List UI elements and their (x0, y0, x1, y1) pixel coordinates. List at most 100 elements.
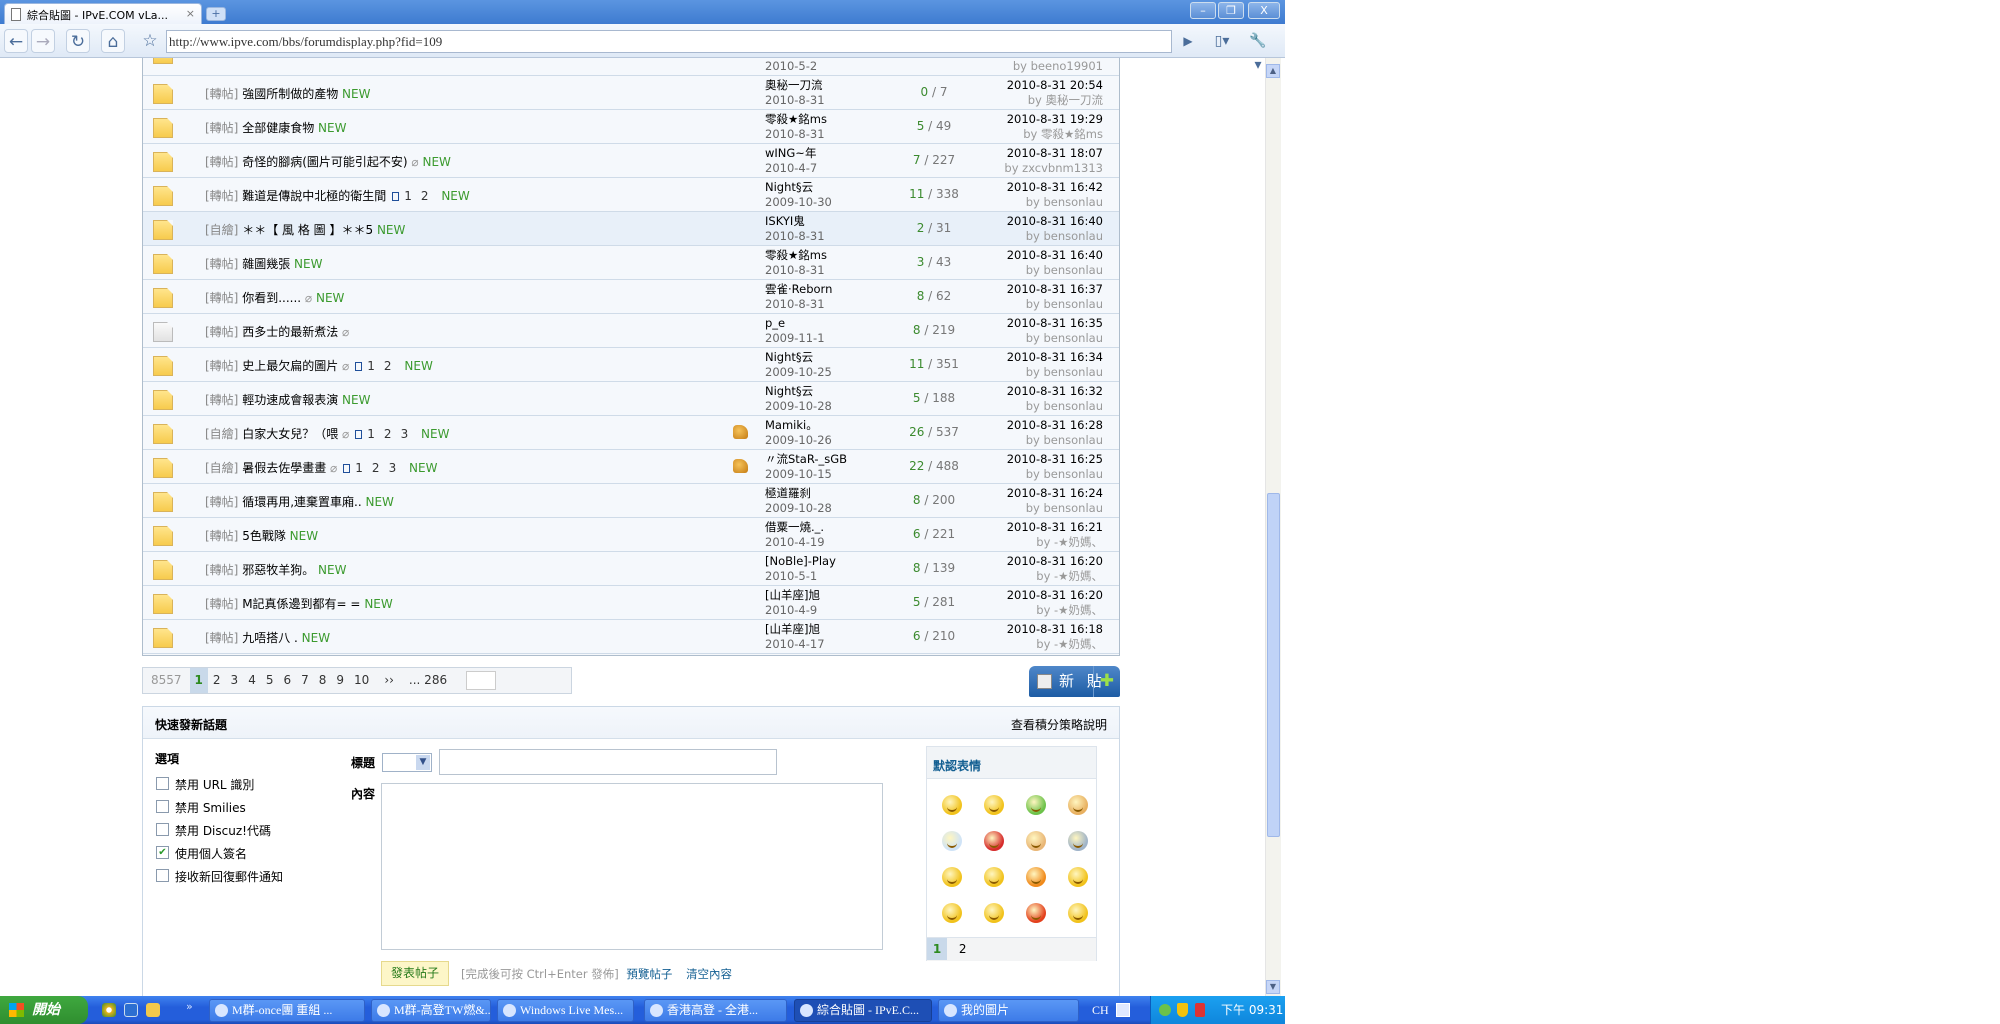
reload-icon[interactable]: ↻ (66, 29, 90, 53)
smiley-icon[interactable] (1026, 903, 1046, 923)
wrench-menu-icon[interactable]: 🔧▾ (1246, 29, 1270, 73)
last-poster[interactable]: by bensonlau (1007, 229, 1103, 244)
smiley-icon[interactable] (984, 903, 1004, 923)
page-link[interactable]: 7 (296, 668, 314, 693)
thread-title[interactable]: 奇怪的腳病(圖片可能引起不安) (242, 155, 407, 169)
smiley-icon[interactable] (1068, 903, 1088, 923)
option-checkbox[interactable] (156, 823, 169, 836)
last-post-time[interactable]: 2010-8-31 16:18 (1007, 622, 1103, 637)
close-window-button[interactable]: X (1248, 2, 1280, 19)
network-icon[interactable] (1159, 1004, 1171, 1016)
subject-input[interactable] (439, 749, 777, 775)
thread-author[interactable]: 極道羅刹 (765, 486, 832, 501)
thread-page-link[interactable]: 2 (372, 461, 380, 475)
last-post-time[interactable]: 2010-8-31 16:35 (1007, 316, 1103, 331)
last-post-time[interactable]: 2010-8-31 16:32 (1007, 384, 1103, 399)
thread-author[interactable]: [NoBle]-Play (765, 554, 836, 569)
table-row[interactable]: [轉帖] 史上最欠扁的圖片 ⌀ 1 2 NEW Night§云 2009-10-25 11… (143, 348, 1119, 382)
table-row[interactable]: [轉帖] 雜圖幾張 NEW 零殺★銘ms 2010-8-31 3 / 43 2010-8… (143, 246, 1119, 280)
restore-button[interactable]: ❐ (1218, 2, 1244, 19)
thread-prefix[interactable]: [轉帖] (205, 359, 238, 373)
thread-page-link[interactable]: 1 (355, 461, 363, 475)
next-page-link[interactable]: ›› (374, 668, 404, 693)
taskbar-task[interactable]: 綜合貼圖 - IPvE.C... (794, 999, 932, 1022)
table-row[interactable]: [轉帖] 全部健康食物 NEW 零殺★銘ms 2010-8-31 5 / 49 2010… (143, 110, 1119, 144)
thread-author[interactable]: Night§云 (765, 350, 832, 365)
smiley-icon[interactable] (942, 795, 962, 815)
option-checkbox[interactable]: ✔ (156, 846, 169, 859)
option-label[interactable]: 禁用 URL 識別 (175, 776, 254, 793)
thread-prefix[interactable]: [轉帖] (205, 495, 238, 509)
last-post-time[interactable]: 2010-8-31 16:28 (1007, 418, 1103, 433)
page-link[interactable]: 4 (243, 668, 261, 693)
scroll-up-icon[interactable]: ▲ (1266, 64, 1280, 78)
thread-author[interactable]: Night§云 (765, 384, 832, 399)
last-post-time[interactable]: 2010-8-31 20:54 (1007, 78, 1103, 93)
home-icon[interactable]: ⌂ (101, 29, 125, 53)
smiley-icon[interactable] (942, 867, 962, 887)
table-row[interactable]: [轉帖] 西多士的最新煮法 ⌀ p_e 2009-11-1 8 / 219 2010-8… (143, 314, 1119, 348)
smiley-icon[interactable] (984, 795, 1004, 815)
last-poster[interactable]: by -★奶媽、 (1007, 603, 1103, 618)
smiley-icon[interactable] (984, 831, 1004, 851)
content-textarea[interactable] (381, 783, 883, 950)
user-icon[interactable] (1195, 1003, 1205, 1017)
page-link[interactable]: 8 (314, 668, 332, 693)
last-poster[interactable]: by bensonlau (1007, 501, 1103, 516)
option-checkbox[interactable] (156, 800, 169, 813)
last-poster[interactable]: by bensonlau (1007, 263, 1103, 278)
scroll-down-icon[interactable]: ▼ (1266, 980, 1280, 994)
table-row[interactable]: [轉帖] 循環再用,連棄置車廂.. NEW 極道羅刹 2009-10-28 8 / 2… (143, 484, 1119, 518)
preview-post-link[interactable]: 預覽帖子 (626, 967, 672, 981)
thread-prefix[interactable]: [轉帖] (205, 631, 238, 645)
thread-author[interactable]: 雲雀·Reborn (765, 282, 832, 297)
thread-title[interactable]: 循環再用,連棄置車廂.. (242, 495, 361, 509)
last-poster[interactable]: by 奧秘一刀流 (1007, 93, 1103, 108)
thread-author[interactable]: Mamiki。 (765, 418, 832, 433)
thread-author[interactable]: ISKYI鬼 (765, 214, 825, 229)
table-row[interactable]: [轉帖] 強國所制做的產物 NEW 奧秘一刀流 2010-8-31 0 / 7 2010… (143, 76, 1119, 110)
language-indicator[interactable]: CH (1092, 996, 1109, 1024)
thread-author[interactable]: 零殺★銘ms (765, 248, 827, 263)
smiley-icon[interactable] (1068, 795, 1088, 815)
page-menu-icon[interactable]: ▯▾ (1210, 29, 1234, 53)
thread-title[interactable]: 輕功速成會報表演 (242, 393, 338, 407)
thread-prefix[interactable]: [轉帖] (205, 563, 238, 577)
last-page-link[interactable]: ... 286 (404, 668, 452, 693)
last-poster[interactable]: by bensonlau (1007, 365, 1103, 380)
thread-prefix[interactable]: [自繪] (205, 223, 238, 237)
thread-author[interactable]: 零殺★銘ms (765, 112, 827, 127)
last-post-time[interactable]: 2010-8-31 16:40 (1007, 248, 1103, 263)
last-post-time[interactable]: 2010-8-31 16:37 (1007, 282, 1103, 297)
page-link[interactable]: 10 (349, 668, 374, 693)
thread-title[interactable]: 雜圖幾張 (242, 257, 290, 271)
thread-page-link[interactable]: 1 (367, 359, 375, 373)
taskbar-task[interactable]: M群-高登TW燃&... (371, 999, 491, 1022)
option-checkbox[interactable] (156, 777, 169, 790)
last-poster[interactable]: by 零殺★銘ms (1007, 127, 1103, 142)
thread-title[interactable]: 邪惡牧羊狗。 (242, 563, 314, 577)
thread-title[interactable]: 難道是傳說中北極的衛生間 (242, 189, 386, 203)
last-poster[interactable]: by zxcvbnm1313 (1004, 161, 1103, 176)
security-shield-icon[interactable] (1177, 1003, 1188, 1017)
table-row[interactable]: [轉帖] 九唔搭八 . NEW [山羊座]旭 2010-4-17 6 / 210 201… (143, 620, 1119, 654)
last-post-time[interactable]: 2010-8-31 16:21 (1007, 520, 1103, 535)
smiley-icon[interactable] (942, 903, 962, 923)
table-row[interactable]: [轉帖] M記真係邊到都有= = NEW [山羊座]旭 2010-4-9 5 / 28… (143, 586, 1119, 620)
thread-title[interactable]: 全部健康食物 (242, 121, 314, 135)
option-label[interactable]: 禁用 Discuz!代碼 (175, 822, 271, 839)
last-poster[interactable]: by -★奶媽、 (1007, 569, 1103, 584)
show-desktop-icon[interactable] (146, 1003, 160, 1017)
submit-post-button[interactable]: 發表帖子 (381, 961, 449, 986)
last-poster[interactable]: by -★奶媽、 (1007, 535, 1103, 550)
option-checkbox[interactable] (156, 869, 169, 882)
last-post-time[interactable]: 2010-8-31 16:24 (1007, 486, 1103, 501)
last-post-time[interactable]: 2010-8-31 19:29 (1007, 112, 1103, 127)
last-poster[interactable]: by bensonlau (1007, 433, 1103, 448)
table-row[interactable]: [自繪] ＊＊【 風 格 圖 】＊＊5 NEW ISKYI鬼 2010-8-31 2 … (143, 212, 1119, 246)
page-link[interactable]: 2 (208, 668, 226, 693)
option-label[interactable]: 禁用 Smilies (175, 799, 246, 816)
thread-author[interactable]: 奧秘一刀流 (765, 78, 825, 93)
last-post-time[interactable]: 2010-8-31 16:20 (1007, 588, 1103, 603)
page-link[interactable]: 3 (226, 668, 244, 693)
